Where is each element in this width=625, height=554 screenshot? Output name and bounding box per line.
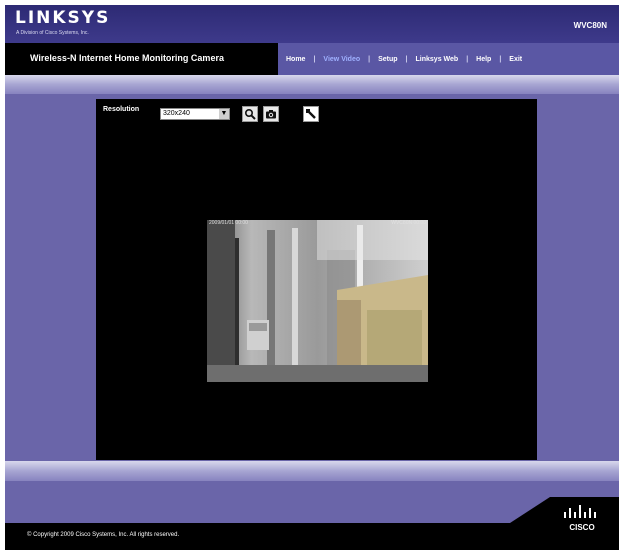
main-nav: Home | View Video | Setup | Linksys Web … (286, 43, 619, 75)
copyright-text: © Copyright 2009 Cisco Systems, Inc. All… (27, 532, 180, 538)
linksys-logo: LINKSYS (15, 8, 111, 28)
cisco-logo: CISCO (562, 503, 602, 543)
top-header: LINKSYS A Division of Cisco Systems, Inc… (5, 5, 619, 43)
nav-separator: | (368, 55, 371, 63)
cisco-wordmark: CISCO (569, 523, 595, 532)
settings-button[interactable] (303, 106, 319, 122)
cisco-bars-icon (564, 505, 596, 518)
nav-home[interactable]: Home (286, 56, 305, 63)
resolution-value: 320x240 (163, 110, 190, 117)
nav-separator: | (313, 55, 316, 63)
model-number: WVC80N (573, 21, 607, 30)
nav-help[interactable]: Help (476, 56, 491, 63)
resolution-select[interactable]: 320x240 ▼ (160, 108, 230, 120)
zoom-button[interactable] (242, 106, 258, 122)
footer: © Copyright 2009 Cisco Systems, Inc. All… (5, 523, 619, 550)
video-camera-label: WVC80N 00:00 (391, 220, 426, 226)
magnifier-icon (244, 108, 256, 120)
logo-tagline: A Division of Cisco Systems, Inc. (16, 30, 89, 36)
camera-image (207, 220, 428, 382)
nav-separator: | (466, 55, 469, 63)
chevron-down-icon[interactable]: ▼ (219, 109, 229, 119)
separator-band-top (5, 75, 619, 94)
nav-row: Wireless-N Internet Home Monitoring Came… (5, 43, 619, 75)
footer-wedge (510, 497, 550, 523)
app-frame: LINKSYS A Division of Cisco Systems, Inc… (5, 5, 619, 550)
product-title: Wireless-N Internet Home Monitoring Came… (30, 53, 224, 63)
video-feed: 2009/01/01 00:00 WVC80N 00:00 (207, 220, 428, 382)
nav-separator: | (499, 55, 502, 63)
video-timestamp: 2009/01/01 00:00 (209, 220, 248, 226)
camera-icon (266, 110, 276, 119)
nav-linksys-web[interactable]: Linksys Web (416, 56, 459, 63)
snapshot-button[interactable] (263, 106, 279, 122)
nav-view-video[interactable]: View Video (323, 56, 360, 63)
product-title-box: Wireless-N Internet Home Monitoring Came… (5, 43, 278, 75)
separator-band-bottom (5, 461, 619, 481)
main-area: Resolution 320x240 ▼ 2009/01/01 00:00 WV… (5, 94, 619, 461)
nav-setup[interactable]: Setup (378, 56, 397, 63)
nav-separator: | (405, 55, 408, 63)
wrench-icon (306, 109, 316, 119)
video-panel: Resolution 320x240 ▼ 2009/01/01 00:00 WV… (96, 99, 537, 460)
resolution-label: Resolution (103, 106, 140, 113)
nav-exit[interactable]: Exit (509, 56, 522, 63)
